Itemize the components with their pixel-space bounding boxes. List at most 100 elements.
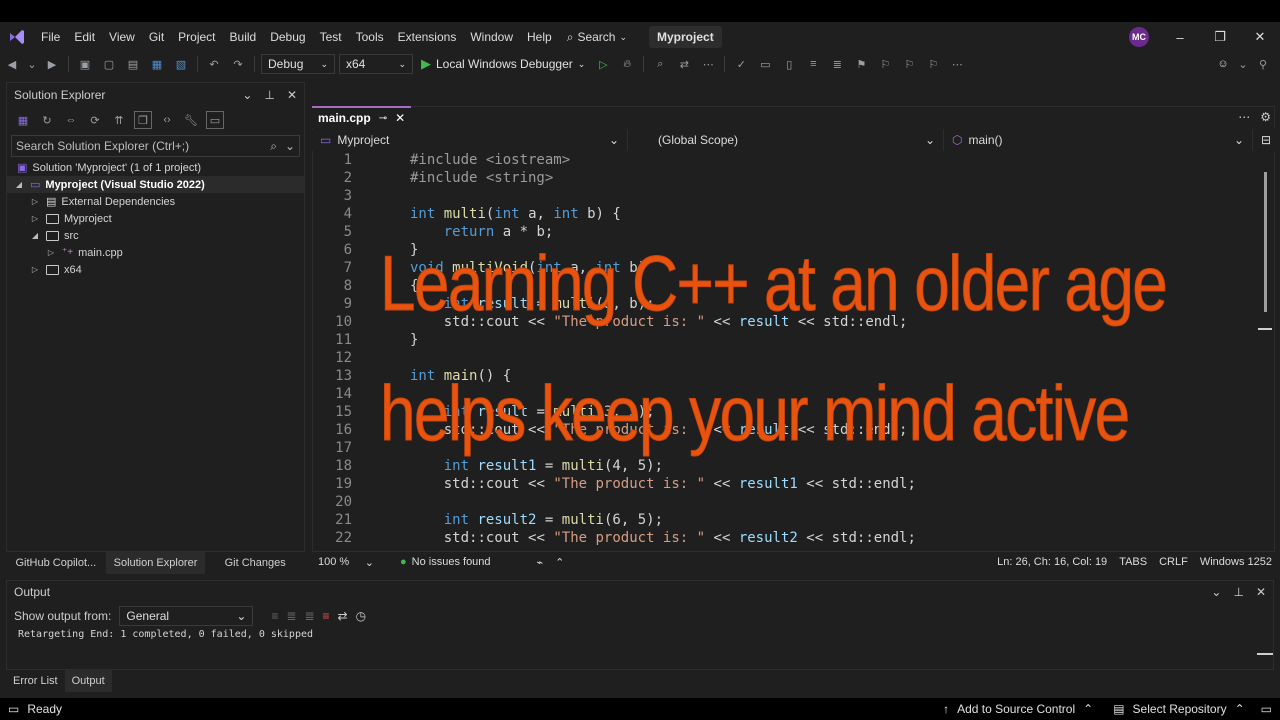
issues-indicator[interactable]: ● No issues found <box>400 556 491 568</box>
collapsed-arrow-icon[interactable]: ▷ <box>29 265 41 274</box>
more-icon[interactable]: ⋯ <box>948 55 966 73</box>
new-file-icon[interactable]: ▢ <box>100 55 118 73</box>
preview-icon[interactable]: ▭ <box>206 111 224 129</box>
vs-switch-views-icon[interactable]: ▦ <box>14 111 32 129</box>
start-debugging-button[interactable]: ▶ Local Windows Debugger ⌄ <box>415 56 591 72</box>
code-line[interactable]: 2 #include <string> <box>318 169 1258 187</box>
more-icon[interactable]: ⋯ <box>1238 110 1250 124</box>
platform-select[interactable]: x64 ⌄ <box>339 54 413 74</box>
scope-dropdown[interactable]: (Global Scope) ⌄ <box>628 129 944 151</box>
more-icon[interactable]: ⋯ <box>699 55 717 73</box>
outdent-icon[interactable]: ≣ <box>828 55 846 73</box>
collapsed-arrow-icon[interactable]: ▷ <box>29 197 41 206</box>
restore-icon[interactable]: ❐ <box>1200 22 1240 52</box>
menu-help[interactable]: Help <box>520 22 559 52</box>
split-icon[interactable]: ⊟ <box>1253 129 1275 151</box>
sync-icon[interactable]: ⇔ <box>62 111 80 129</box>
bookmark-next-icon[interactable]: ⚐ <box>900 55 918 73</box>
project-dropdown[interactable]: ▭ Myproject ⌄ <box>312 129 628 151</box>
tree-item-project[interactable]: ◢ ▭ Myproject (Visual Studio 2022) <box>7 176 304 193</box>
save-icon[interactable]: ▦ <box>148 55 166 73</box>
chevron-up-icon[interactable]: ⌃ <box>1083 702 1093 716</box>
hot-reload-icon[interactable]: 🔥︎ <box>618 55 636 73</box>
gear-icon[interactable]: ⚙ <box>1260 110 1271 124</box>
tab-solution-explorer[interactable]: Solution Explorer <box>105 552 206 574</box>
expanded-arrow-icon[interactable]: ◢ <box>13 180 25 189</box>
menu-project[interactable]: Project <box>171 22 222 52</box>
menu-build[interactable]: Build <box>223 22 264 52</box>
line-ending[interactable]: CRLF <box>1159 556 1188 568</box>
code-area[interactable]: 1 #include <iostream> 2 #include <string> 3 4… <box>318 151 1258 549</box>
tab-main-cpp[interactable]: main.cpp ⊸ ✕ <box>312 106 412 128</box>
code-icon[interactable]: ‹› <box>158 111 176 129</box>
bookmark-icon[interactable]: ⚑ <box>852 55 870 73</box>
properties-icon[interactable]: 🔧︎ <box>182 111 200 129</box>
tree-item-external-dependencies[interactable]: ▷ ▤ External Dependencies <box>7 193 304 210</box>
solution-explorer-search[interactable]: Search Solution Explorer (Ctrl+;) ⌕ ⌄ <box>11 135 300 157</box>
bookmark-clear-icon[interactable]: ⚐ <box>924 55 942 73</box>
history-icon[interactable]: ↻ <box>38 111 56 129</box>
code-line[interactable]: 21 int result2 = multi(6, 5); <box>318 511 1258 529</box>
member-dropdown[interactable]: ⬡ main() ⌄ <box>944 129 1253 151</box>
menu-edit[interactable]: Edit <box>67 22 102 52</box>
bookmark-prev-icon[interactable]: ⚐ <box>876 55 894 73</box>
cursor-position[interactable]: Ln: 26, Ch: 16, Col: 19 <box>997 556 1107 568</box>
tab-git-changes[interactable]: Git Changes <box>205 552 305 574</box>
code-line[interactable]: 3 <box>318 187 1258 205</box>
pin-icon[interactable]: ⊸ <box>379 113 387 124</box>
chevron-up-icon[interactable]: ⌃ <box>555 556 564 569</box>
uncomment-icon[interactable]: ▯ <box>780 55 798 73</box>
broom-icon[interactable]: ⌁ <box>537 556 544 569</box>
scrollbar-thumb[interactable] <box>1264 172 1267 312</box>
tree-item-solution[interactable]: ▣ Solution 'Myproject' (1 of 1 project) <box>7 159 304 176</box>
expanded-arrow-icon[interactable]: ◢ <box>29 231 41 240</box>
close-icon[interactable]: ✕ <box>1256 585 1266 599</box>
add-to-source-control-button[interactable]: Add to Source Control <box>957 702 1075 716</box>
configuration-select[interactable]: Debug ⌄ <box>261 54 335 74</box>
tree-item-x64-folder[interactable]: ▷ x64 <box>7 261 304 278</box>
save-all-icon[interactable]: ▧ <box>172 55 190 73</box>
open-icon[interactable]: ▤ <box>124 55 142 73</box>
chevron-down-icon[interactable]: ⌄ <box>1238 55 1248 73</box>
close-icon[interactable]: ✕ <box>1240 22 1280 52</box>
refresh-icon[interactable]: ⟳ <box>86 111 104 129</box>
back-icon[interactable]: ◀ <box>3 55 21 73</box>
spell-check-icon[interactable]: ✓ <box>732 55 750 73</box>
menu-view[interactable]: View <box>102 22 142 52</box>
new-project-icon[interactable]: ▣ <box>76 55 94 73</box>
menu-test[interactable]: Test <box>313 22 349 52</box>
show-all-files-icon[interactable]: ❐ <box>134 111 152 129</box>
chevron-down-icon[interactable]: ⌄ <box>242 88 252 102</box>
output-source-select[interactable]: General ⌄ <box>119 606 254 626</box>
minimize-icon[interactable]: – <box>1160 22 1200 52</box>
tree-item-src-folder[interactable]: ◢ src <box>7 227 304 244</box>
close-icon[interactable]: ✕ <box>287 88 297 102</box>
collapsed-arrow-icon[interactable]: ▷ <box>29 214 41 223</box>
close-icon[interactable]: ✕ <box>395 111 405 125</box>
chevron-down-icon[interactable]: ⌄ <box>27 55 37 73</box>
tab-error-list[interactable]: Error List <box>6 670 65 692</box>
next-message-icon[interactable]: ≣ <box>304 609 314 623</box>
start-without-debugging-icon[interactable]: ▷ <box>594 55 612 73</box>
code-line[interactable]: 1 #include <iostream> <box>318 151 1258 169</box>
clear-all-icon[interactable]: ≡ <box>323 609 330 623</box>
notifications-icon[interactable]: ▭ <box>1261 702 1272 716</box>
code-line[interactable]: 19 std::cout << "The product is: " << re… <box>318 475 1258 493</box>
select-repository-button[interactable]: Select Repository <box>1133 702 1227 716</box>
chevron-down-icon[interactable]: ⌄ <box>1211 585 1221 599</box>
zoom-dropdown[interactable]: 100 % ⌄ <box>312 556 380 569</box>
tab-github-copilot[interactable]: GitHub Copilot... <box>6 552 106 574</box>
code-line[interactable]: 11} <box>318 331 1258 349</box>
menu-debug[interactable]: Debug <box>263 22 312 52</box>
pin-icon[interactable]: ⊥ <box>1233 585 1243 599</box>
encoding[interactable]: Windows 1252 <box>1200 556 1272 568</box>
search-button[interactable]: ⌕ Search ⌄ <box>559 30 635 45</box>
code-line[interactable]: 4 int multi(int a, int b) { <box>318 205 1258 223</box>
find-message-icon[interactable]: ≡ <box>271 609 278 623</box>
code-line[interactable]: 18 int result1 = multi(4, 5); <box>318 457 1258 475</box>
toggle-word-wrap-icon[interactable]: ⇄ <box>338 609 348 623</box>
find-in-files-icon[interactable]: ⌕ <box>651 55 669 73</box>
code-line[interactable]: 12 <box>318 349 1258 367</box>
copilot-icon[interactable]: ☺ <box>1214 55 1232 73</box>
collapsed-arrow-icon[interactable]: ▷ <box>45 248 57 257</box>
